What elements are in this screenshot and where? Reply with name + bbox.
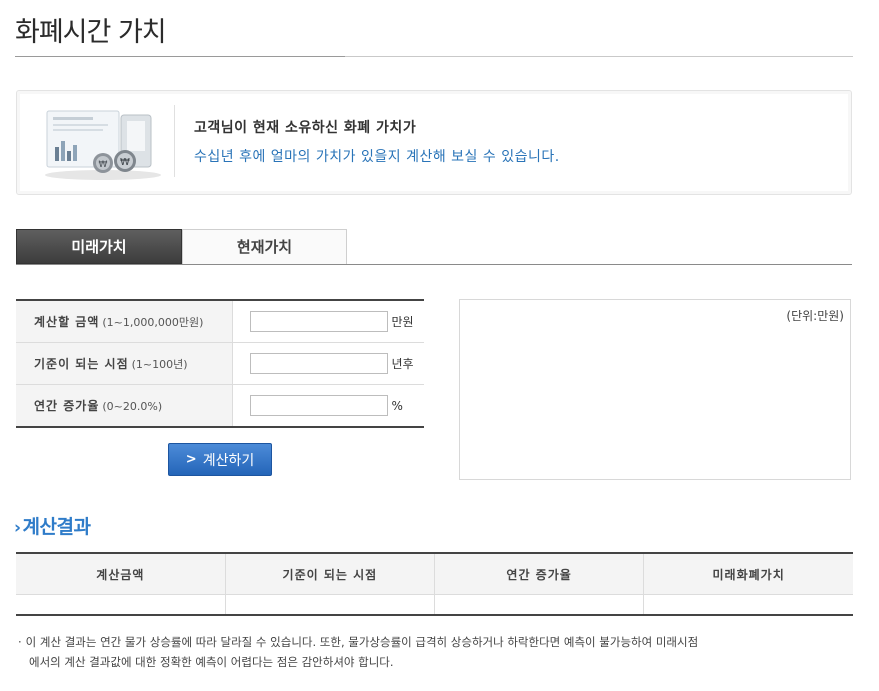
header-future-value: 미래화폐가치 — [643, 553, 853, 595]
unit-note: (단위:만원) — [786, 309, 844, 323]
amount-input-cell: 만원 — [232, 300, 424, 343]
results-header-row: 계산금액 기준이 되는 시점 연간 증가율 미래화폐가치 — [16, 553, 853, 595]
notice-bullet: · — [18, 635, 22, 649]
result-chart-panel: (단위:만원) — [459, 299, 851, 480]
amount-unit: 만원 — [391, 315, 414, 329]
rate-unit: % — [391, 398, 403, 413]
calculate-button-label: 계산하기 — [202, 452, 255, 469]
period-input-cell: 년후 — [232, 342, 424, 385]
cell-base-period — [225, 594, 436, 615]
amount-label-cell: 계산할 금액 (1~1,000,000만원) — [16, 300, 233, 343]
table-row — [16, 594, 853, 616]
rate-label-cell: 연간 증가율 (0~20.0%) — [16, 384, 233, 427]
calculate-button[interactable]: > 계산하기 — [168, 443, 272, 476]
tab-underline — [16, 264, 852, 265]
form-row-period: 기준이 되는 시점 (1~100년) 년후 — [16, 342, 424, 385]
chevron-right-icon: > — [185, 452, 197, 467]
period-input[interactable] — [249, 353, 388, 374]
title-divider — [15, 56, 853, 57]
amount-label: 계산할 금액 — [34, 315, 100, 329]
notice-line1-wrap: · 이 계산 결과는 연간 물가 상승률에 따라 달라질 수 있습니다. 또한, … — [18, 632, 858, 652]
cell-calc-amount — [16, 594, 226, 615]
notice-line2: 에서의 계산 결과값에 대한 정확한 예측이 어렵다는 점은 감안하셔야 합니다… — [29, 655, 394, 669]
intro-box: ₩ ₩ 고객님이 현재 소유하신 화폐 가치가 수십년 후에 얼마의 가치가 있… — [16, 90, 852, 195]
form-row-rate: 연간 증가율 (0~20.0%) % — [16, 384, 424, 428]
currency-chart-illustration: ₩ ₩ — [45, 110, 161, 180]
svg-text:₩: ₩ — [120, 157, 130, 168]
cell-future-value — [644, 595, 853, 616]
chevron-right-icon: › — [14, 518, 21, 538]
tab-present-value[interactable]: 현재가치 — [182, 229, 347, 264]
header-calc-amount: 계산금액 — [16, 553, 226, 595]
form-row-amount: 계산할 금액 (1~1,000,000만원) 만원 — [16, 300, 424, 343]
results-title-text: 계산결과 — [22, 516, 91, 538]
input-form: 계산할 금액 (1~1,000,000만원) 만원 기준이 되는 시점 (1~100… — [16, 299, 424, 428]
page-title: 화폐시간 가치 — [15, 17, 167, 48]
tab-future-value[interactable]: 미래가치 — [16, 229, 182, 264]
rate-label: 연간 증가율 — [34, 399, 100, 413]
rate-range: (0~20.0%) — [102, 400, 163, 413]
notice-text: · 이 계산 결과는 연간 물가 상승률에 따라 달라질 수 있습니다. 또한, … — [18, 632, 858, 672]
intro-text-line2: 수십년 후에 얼마의 가치가 있을지 계산해 보실 수 있습니다. — [194, 149, 560, 165]
amount-range: (1~1,000,000만원) — [102, 316, 204, 329]
svg-text:₩: ₩ — [99, 160, 108, 170]
rate-input[interactable] — [249, 395, 388, 416]
intro-divider — [174, 105, 175, 177]
notice-line1: 이 계산 결과는 연간 물가 상승률에 따라 달라질 수 있습니다. 또한, 물… — [25, 635, 699, 649]
intro-text-line1: 고객님이 현재 소유하신 화폐 가치가 — [194, 120, 417, 136]
period-unit: 년후 — [391, 357, 414, 371]
period-range: (1~100년) — [131, 358, 188, 371]
cell-annual-rate — [434, 594, 645, 615]
rate-input-cell: % — [232, 385, 424, 428]
amount-input[interactable] — [249, 311, 388, 332]
header-base-period: 기준이 되는 시점 — [225, 553, 436, 595]
period-label: 기준이 되는 시점 — [34, 357, 129, 371]
results-section-title: › 계산결과 — [14, 512, 91, 539]
results-table: 계산금액 기준이 되는 시점 연간 증가율 미래화폐가치 — [16, 552, 853, 616]
header-annual-rate: 연간 증가율 — [434, 553, 645, 595]
period-label-cell: 기준이 되는 시점 (1~100년) — [16, 342, 233, 385]
tab-bar: 미래가치 현재가치 — [16, 229, 852, 266]
